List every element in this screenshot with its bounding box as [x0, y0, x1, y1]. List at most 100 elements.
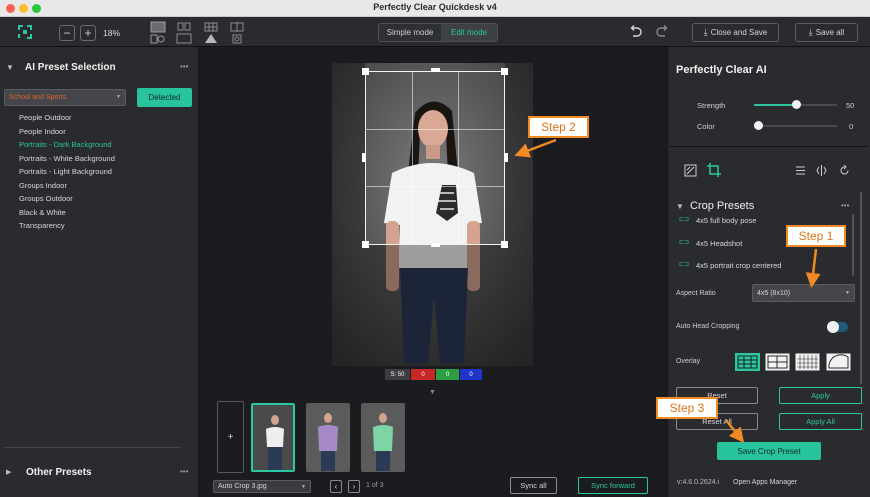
ai-preset-selection-title: AI Preset Selection	[25, 62, 116, 73]
blue-channel-chip: 0	[460, 369, 482, 380]
overlay-thirds-icon[interactable]	[735, 353, 760, 371]
overlay-fine-grid-icon[interactable]	[795, 353, 820, 371]
chevron-down-icon: ▼	[301, 484, 306, 490]
single-view-icon[interactable]	[150, 21, 166, 45]
open-apps-manager-link[interactable]: Open Apps Manager	[733, 479, 797, 486]
crop-preset-item[interactable]: 4x5 Headshot	[696, 239, 742, 248]
step-1-callout: Step 1	[786, 225, 846, 247]
file-select[interactable]: Auto Crop 3.jpg ▼	[213, 480, 311, 493]
other-presets-title[interactable]: Other Presets	[26, 467, 92, 478]
overlay-grid-icon[interactable]	[765, 353, 790, 371]
category-select[interactable]: School and Sports ▼	[4, 89, 126, 106]
crop-grid-line	[412, 72, 413, 244]
previous-image-button[interactable]: ‹	[330, 480, 342, 493]
category-select-value: School and Sports	[9, 94, 67, 101]
adjustments-icon[interactable]	[684, 164, 697, 177]
crop-grid-line	[458, 72, 459, 244]
window-titlebar: Perfectly Clear Quickdesk v4	[0, 0, 870, 17]
overlay-spiral-icon[interactable]	[826, 353, 851, 371]
save-crop-preset-button[interactable]: Save Crop Preset	[717, 442, 821, 460]
preset-item[interactable]: People Outdoor	[19, 113, 72, 122]
file-select-value: Auto Crop 3.jpg	[218, 483, 267, 490]
collapse-icon[interactable]: ▼	[6, 63, 14, 72]
strength-slider[interactable]	[754, 100, 837, 109]
redo-icon[interactable]	[656, 25, 669, 38]
panel-scrollbar[interactable]	[860, 192, 862, 384]
strength-slider-fill	[754, 104, 796, 106]
thumbnail[interactable]	[306, 403, 350, 472]
flip-horizontal-icon[interactable]	[816, 165, 827, 176]
crop-preset-icon: ⊏⊐	[679, 240, 690, 246]
more-options-icon[interactable]: •••	[841, 201, 849, 210]
compare-view-icon[interactable]	[229, 21, 245, 45]
crop-frame[interactable]	[365, 71, 505, 245]
aspect-ratio-select[interactable]: 4x5 (8x10) ▼	[752, 284, 855, 302]
preset-list-scrollbar[interactable]	[852, 214, 854, 276]
color-value: 0	[849, 122, 854, 131]
perfectly-clear-ai-title: Perfectly Clear AI	[676, 64, 767, 76]
preset-item[interactable]: Black & White	[19, 208, 66, 217]
rotate-icon[interactable]	[839, 165, 850, 176]
thumbnail[interactable]	[361, 403, 405, 472]
version-label: v:4.6.0.2624.i	[677, 479, 720, 486]
save-all-label: Save all	[815, 28, 845, 37]
add-image-button[interactable]: +	[217, 401, 244, 473]
crop-grid-line	[366, 129, 504, 130]
expand-icon[interactable]: ▶	[6, 468, 11, 476]
window-title: Perfectly Clear Quickdesk v4	[373, 2, 497, 12]
sync-all-button[interactable]: Sync all	[510, 477, 557, 494]
crop-icon[interactable]	[707, 163, 721, 177]
detected-button[interactable]: Detected	[137, 88, 192, 107]
crop-handle-bottom-left[interactable]	[362, 241, 369, 248]
crop-handle-top-right[interactable]	[501, 68, 508, 75]
thumbnail-image	[361, 403, 405, 472]
download-icon: ⤓	[703, 27, 708, 37]
undo-icon[interactable]	[629, 25, 642, 38]
crop-handle-top[interactable]	[431, 68, 440, 72]
preset-item[interactable]: People Indoor	[19, 127, 66, 136]
filmstrip-toggle-icon[interactable]: ▼	[429, 389, 436, 396]
more-options-icon[interactable]: •••	[180, 62, 188, 71]
apply-button[interactable]: Apply	[779, 387, 862, 404]
preset-item-selected[interactable]: Portraits - Dark Background	[19, 140, 112, 149]
save-all-button[interactable]: ⤓ Save all	[795, 23, 858, 42]
preset-item[interactable]: Transparency	[19, 221, 65, 230]
sync-forward-button[interactable]: Sync forward	[578, 477, 648, 494]
flip-vertical-icon[interactable]	[795, 165, 806, 176]
crop-handle-right[interactable]	[504, 153, 508, 162]
aspect-ratio-value: 4x5 (8x10)	[757, 289, 791, 297]
apply-all-button[interactable]: Apply All	[779, 413, 862, 430]
app-logo-icon	[18, 25, 32, 39]
step-3-callout: Step 3	[656, 397, 718, 419]
zoom-in-button[interactable]: +	[80, 25, 96, 41]
color-slider[interactable]	[754, 121, 837, 130]
grid-view-icon[interactable]	[203, 21, 219, 45]
simple-mode-button[interactable]: Simple mode	[379, 24, 441, 41]
more-options-icon[interactable]: •••	[180, 467, 188, 476]
crop-handle-top-left[interactable]	[362, 68, 369, 75]
auto-head-cropping-toggle[interactable]	[827, 321, 848, 333]
download-icon: ⤓	[808, 27, 813, 37]
auto-head-cropping-label: Auto Head Cropping	[676, 323, 740, 330]
next-image-button[interactable]: ›	[348, 480, 360, 493]
preset-item[interactable]: Groups Indoor	[19, 181, 67, 190]
strength-slider-knob[interactable]	[791, 100, 801, 109]
green-channel-chip: 0	[436, 369, 459, 380]
crop-preset-item[interactable]: 4x5 full body pose	[696, 216, 756, 225]
crop-handle-bottom-right[interactable]	[501, 241, 508, 248]
collapse-icon[interactable]: ▼	[676, 202, 684, 211]
close-and-save-button[interactable]: ⤓ Close and Save	[692, 23, 779, 42]
preset-item[interactable]: Portraits - White Background	[19, 154, 115, 163]
crop-handle-bottom[interactable]	[431, 243, 440, 247]
thumbnail-selected[interactable]	[251, 403, 295, 472]
overlay-label: Overlay	[676, 358, 701, 365]
crop-handle-left[interactable]	[362, 153, 366, 162]
zoom-out-button[interactable]: −	[59, 25, 75, 41]
preset-item[interactable]: Portraits - Light Background	[19, 167, 112, 176]
edit-mode-button[interactable]: Edit mode	[441, 24, 497, 41]
color-slider-knob[interactable]	[754, 121, 763, 130]
split-view-icon[interactable]	[176, 21, 192, 45]
preset-item[interactable]: Groups Outdoor	[19, 194, 73, 203]
toggle-knob	[827, 321, 839, 333]
crop-preset-item[interactable]: 4x5 portrait crop centered	[696, 261, 781, 270]
